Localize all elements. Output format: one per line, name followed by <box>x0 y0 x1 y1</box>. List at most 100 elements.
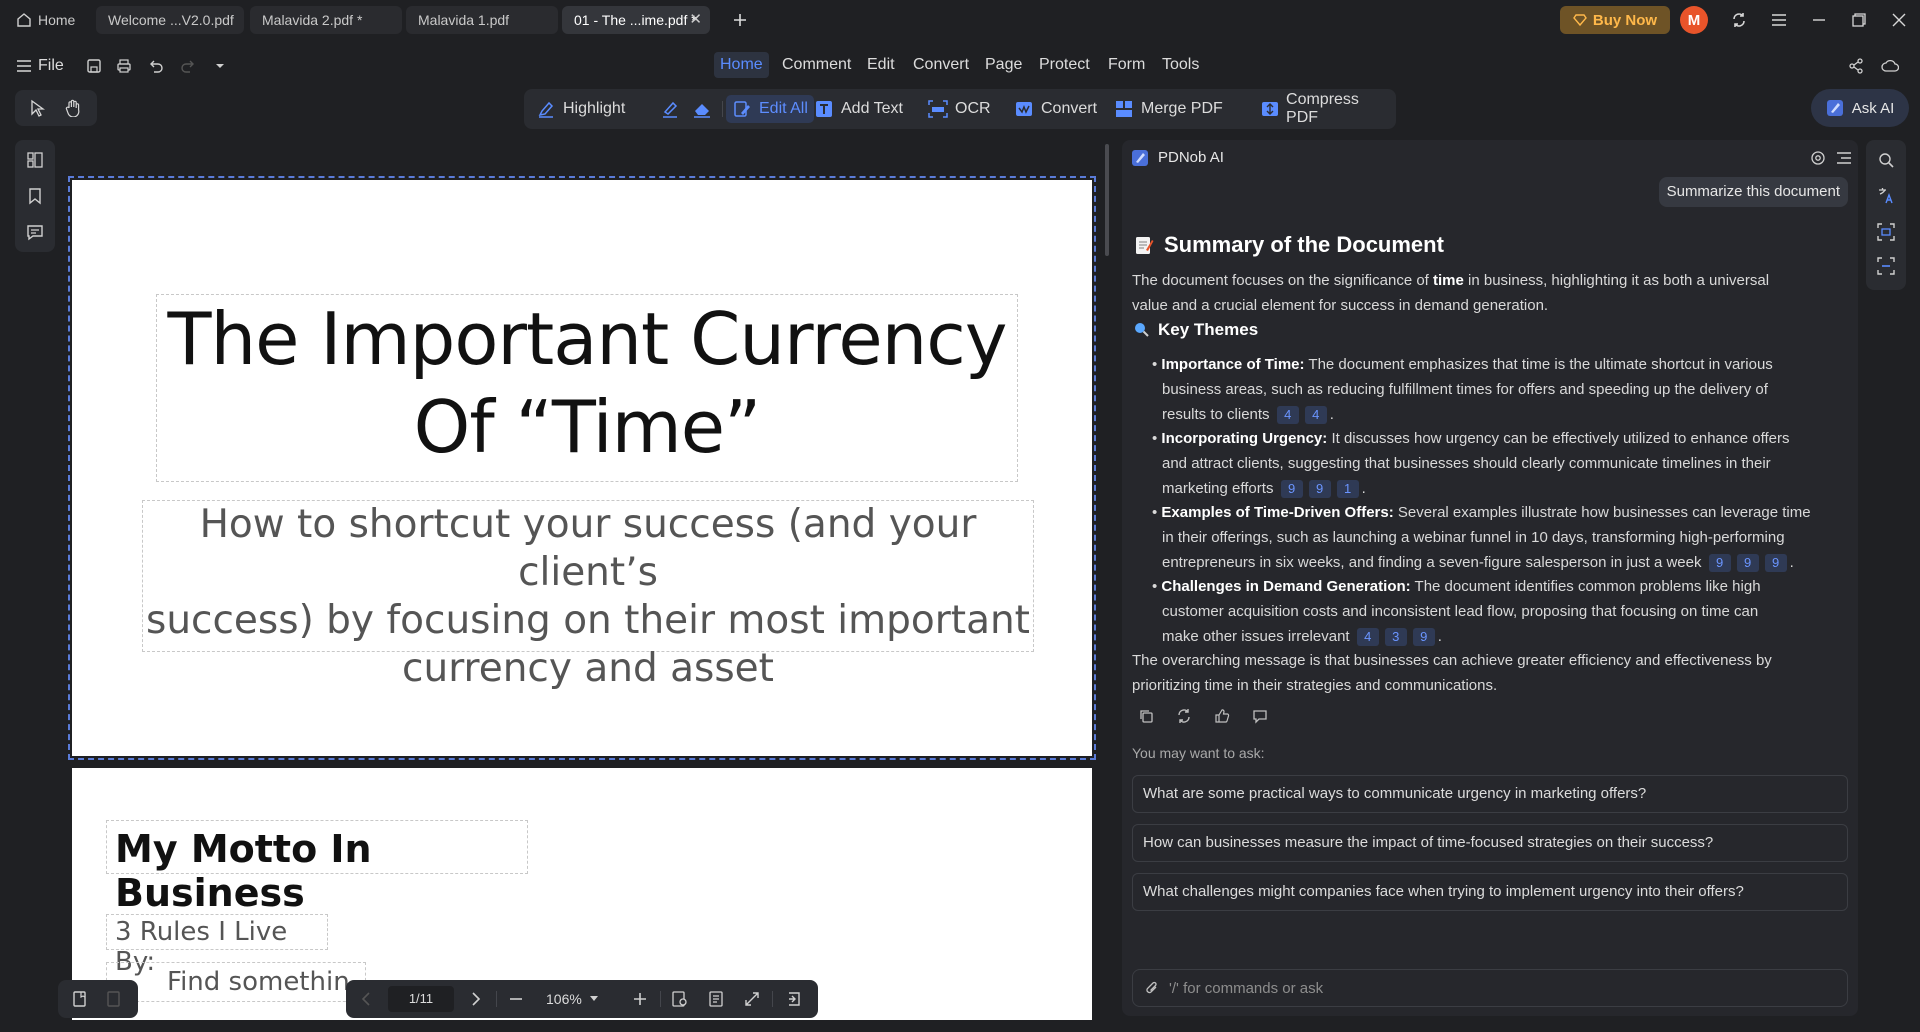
subtitle-line-2: success) by focusing on their most impor… <box>146 598 1030 643</box>
zoom-select[interactable]: 106% <box>546 986 616 1012</box>
search-icon[interactable] <box>1874 148 1898 172</box>
print-icon[interactable] <box>112 54 136 78</box>
highlight-button[interactable]: Highlight <box>530 95 631 123</box>
menu-convert[interactable]: Convert <box>907 52 975 78</box>
suggested-question[interactable]: How can businesses measure the impact of… <box>1132 824 1848 862</box>
document-scrollbar[interactable] <box>1105 144 1109 256</box>
intro-text: The document focuses on the significance… <box>1132 272 1434 289</box>
menu-form[interactable]: Form <box>1102 52 1151 78</box>
ask-ai-button[interactable]: Ask AI <box>1811 89 1909 127</box>
close-tab-icon[interactable]: ✕ <box>689 6 702 34</box>
ai-scan-icon[interactable] <box>1874 254 1898 278</box>
menu-edit[interactable]: Edit <box>861 52 901 78</box>
undo-icon[interactable] <box>144 54 168 78</box>
eraser-tool-button[interactable] <box>686 95 718 123</box>
sync-icon[interactable] <box>1727 8 1751 32</box>
share-icon[interactable] <box>1844 54 1868 78</box>
thumbs-up-icon[interactable] <box>1210 704 1234 728</box>
next-page-icon[interactable] <box>464 987 488 1011</box>
home-tab[interactable]: Home <box>16 6 75 34</box>
suggested-question[interactable]: What challenges might companies face whe… <box>1132 873 1848 911</box>
fit-page-icon[interactable] <box>668 987 692 1011</box>
file-menu-button[interactable]: File <box>16 54 68 78</box>
cloud-icon[interactable] <box>1878 54 1902 78</box>
zoom-out-icon[interactable] <box>504 987 528 1011</box>
settings-icon[interactable] <box>1806 146 1830 170</box>
fit-width-icon[interactable] <box>704 987 728 1011</box>
translate-icon[interactable] <box>1874 184 1898 208</box>
reference-badge[interactable]: 4 <box>1276 406 1299 424</box>
compress-pdf-button[interactable]: Compress PDF <box>1254 91 1396 126</box>
screenshot-icon[interactable] <box>1874 220 1898 244</box>
previous-page-icon[interactable] <box>354 987 378 1011</box>
page-number-input[interactable]: 1/11 <box>388 986 454 1012</box>
subtitle-text-box[interactable]: How to shortcut your success (and your c… <box>142 500 1034 691</box>
hamburger-menu-icon[interactable] <box>1767 8 1791 32</box>
document-viewer[interactable]: The Important Currency Of “Time” How to … <box>66 140 1102 1020</box>
menu-page[interactable]: Page <box>979 52 1028 78</box>
ocr-button[interactable]: OCR <box>922 95 997 123</box>
reference-badge[interactable]: 9 <box>1280 480 1303 498</box>
title-text-box[interactable]: The Important Currency Of “Time” <box>156 294 1018 482</box>
tab-current-document[interactable]: 01 - The ...ime.pdf * ✕ <box>562 6 710 34</box>
menu-protect[interactable]: Protect <box>1033 52 1096 78</box>
pager-divider <box>772 991 773 1007</box>
thumbnails-icon[interactable] <box>23 148 47 172</box>
add-text-button[interactable]: Add Text <box>808 95 909 123</box>
menu-tools[interactable]: Tools <box>1156 52 1205 78</box>
tab-malavida-2[interactable]: Malavida 2.pdf * <box>250 6 402 34</box>
edit-all-button[interactable]: Edit All <box>726 95 814 123</box>
compress-icon <box>1260 99 1279 119</box>
comments-icon[interactable] <box>23 220 47 244</box>
select-cursor-icon[interactable] <box>25 96 49 120</box>
convert-button[interactable]: Convert <box>1008 95 1103 123</box>
close-window-icon[interactable] <box>1887 8 1911 32</box>
new-tab-icon[interactable] <box>728 8 752 32</box>
attachment-icon[interactable] <box>1145 980 1159 996</box>
reference-badge[interactable]: 4 <box>1356 628 1379 646</box>
zoom-in-icon[interactable] <box>628 987 652 1011</box>
add-text-icon <box>814 99 834 119</box>
single-page-icon[interactable] <box>68 987 92 1011</box>
copy-icon[interactable] <box>1134 704 1158 728</box>
motto-text-box[interactable]: My Motto In Business <box>106 820 528 915</box>
reference-badge[interactable]: 9 <box>1708 554 1731 572</box>
reference-badge[interactable]: 9 <box>1308 480 1331 498</box>
reference-badge[interactable]: 3 <box>1384 628 1407 646</box>
save-icon[interactable] <box>82 54 106 78</box>
partial-text-box[interactable]: Find somethin <box>106 962 366 1002</box>
reference-badge[interactable]: 9 <box>1412 628 1435 646</box>
history-list-icon[interactable] <box>1832 146 1856 170</box>
chevron-down-icon[interactable] <box>208 54 232 78</box>
presentation-icon[interactable] <box>782 987 806 1011</box>
pen-underline-icon <box>660 99 680 119</box>
ai-chat-input[interactable]: '/' for commands or ask <box>1132 969 1848 1007</box>
redo-icon[interactable] <box>176 54 200 78</box>
menu-comment[interactable]: Comment <box>776 52 857 78</box>
reference-badge[interactable]: 9 <box>1736 554 1759 572</box>
two-page-icon[interactable] <box>102 987 126 1011</box>
buy-now-button[interactable]: Buy Now <box>1560 6 1670 34</box>
suggested-question[interactable]: What are some practical ways to communic… <box>1132 775 1848 813</box>
regenerate-icon[interactable] <box>1172 704 1196 728</box>
avatar[interactable]: M <box>1680 6 1708 34</box>
merge-pdf-button[interactable]: Merge PDF <box>1108 95 1229 123</box>
theme-text: It discusses how urgency can be effectiv… <box>1327 430 1790 447</box>
comment-feedback-icon[interactable] <box>1248 704 1272 728</box>
hand-tool-icon[interactable] <box>61 96 85 120</box>
rules-text-box[interactable]: 3 Rules I Live By: <box>106 914 328 977</box>
home-tab-label: Home <box>38 12 76 28</box>
minimize-icon[interactable] <box>1807 8 1831 32</box>
menu-home[interactable]: Home <box>714 52 769 78</box>
reference-badge[interactable]: 1 <box>1336 480 1359 498</box>
restore-icon[interactable] <box>1847 8 1871 32</box>
theme-text: marketing efforts <box>1162 480 1274 497</box>
underline-tool-button[interactable] <box>654 95 686 123</box>
reference-badge[interactable]: 4 <box>1304 406 1327 424</box>
tab-malavida-1[interactable]: Malavida 1.pdf <box>406 6 558 34</box>
reference-badge[interactable]: 9 <box>1764 554 1787 572</box>
bookmark-icon[interactable] <box>23 184 47 208</box>
tab-welcome[interactable]: Welcome ...V2.0.pdf <box>96 6 244 34</box>
pdf-page-1[interactable]: The Important Currency Of “Time” How to … <box>68 176 1096 760</box>
fullscreen-icon[interactable] <box>740 987 764 1011</box>
